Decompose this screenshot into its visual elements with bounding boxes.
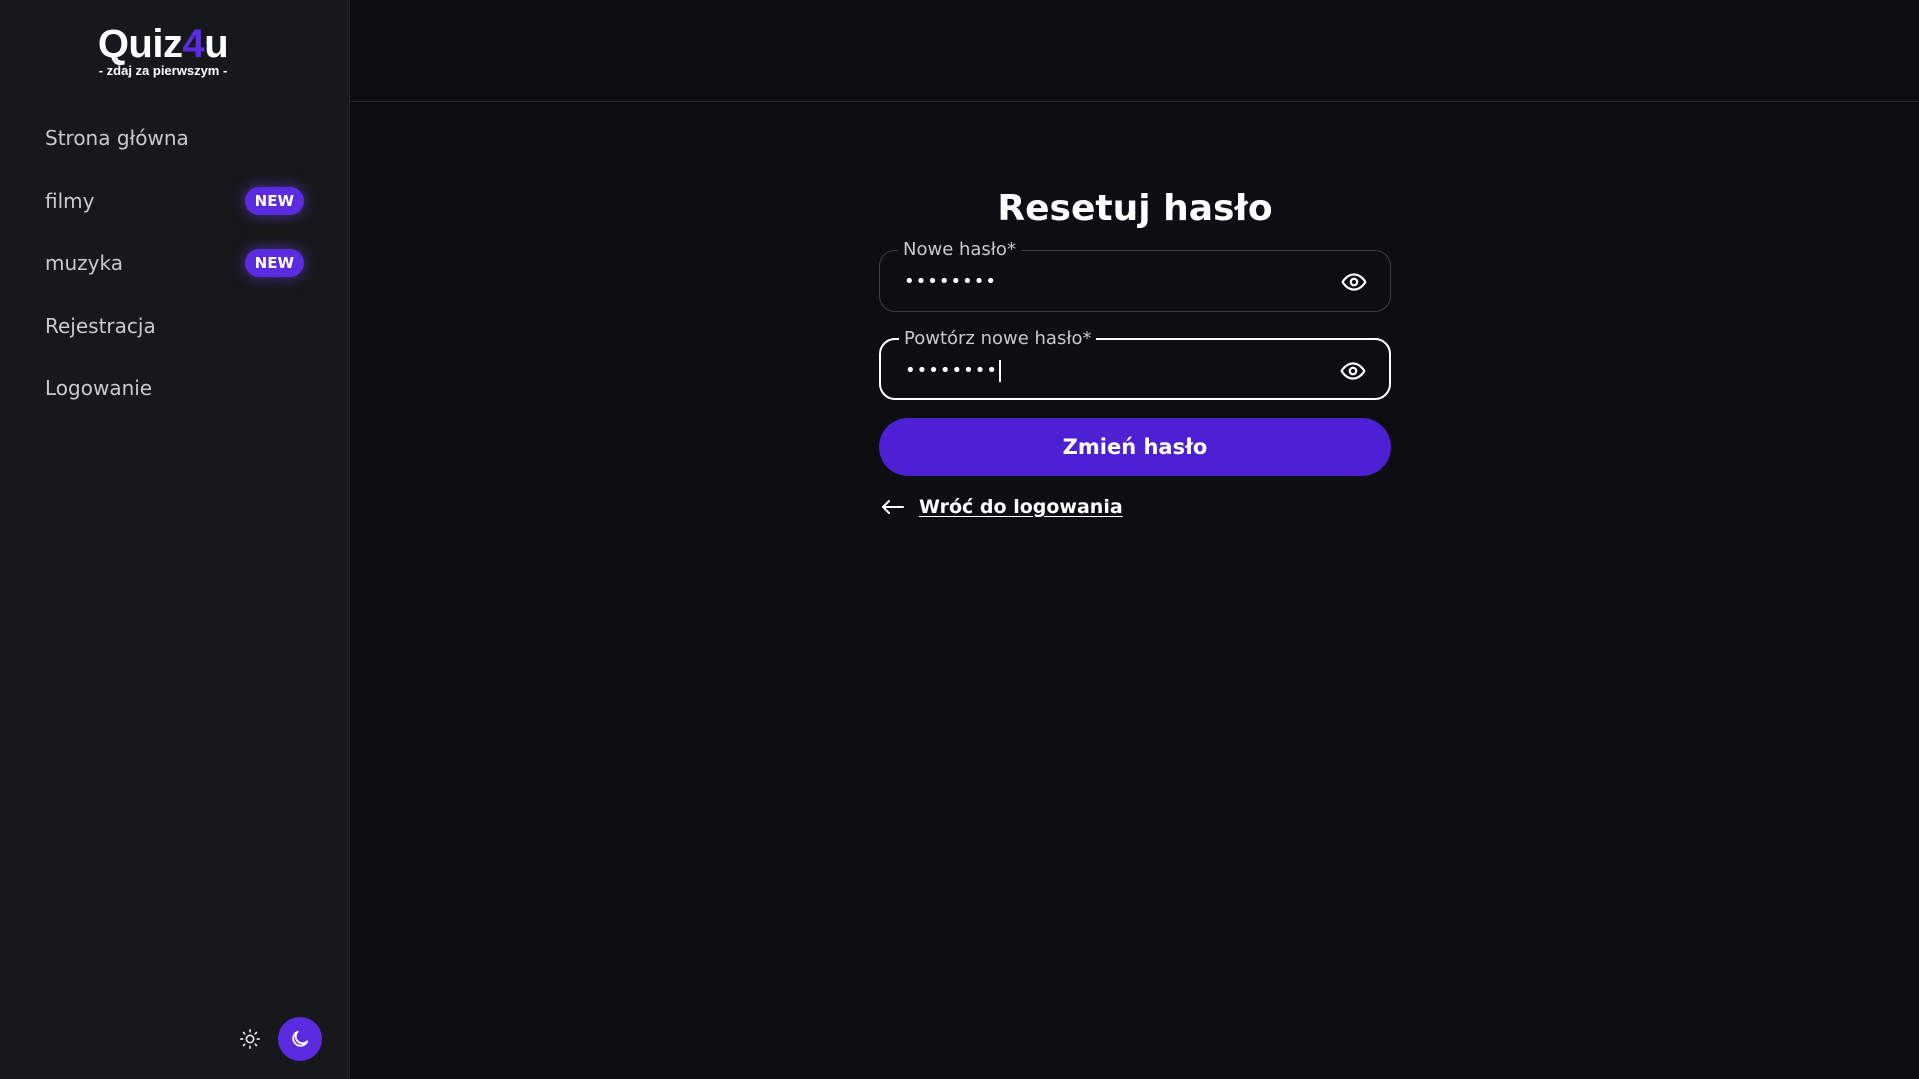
change-password-button[interactable]: Zmień hasło [879, 418, 1391, 476]
sidebar-item-filmy[interactable]: filmy NEW [0, 170, 350, 233]
repeat-password-label: Powtórz nowe hasło* [899, 329, 1097, 349]
eye-icon [1340, 362, 1366, 380]
sidebar-item-label: Logowanie [45, 376, 153, 401]
arrow-left-icon [882, 500, 904, 514]
new-password-value: •••••••• [904, 271, 997, 292]
theme-switcher [228, 1016, 322, 1062]
sidebar-item-muzyka[interactable]: muzyka NEW [0, 232, 350, 295]
sidebar-item-label: Rejestracja [45, 313, 156, 338]
sidebar-item-strona-glowna[interactable]: Strona główna [0, 107, 350, 170]
new-password-label: Nowe hasło* [898, 240, 1021, 260]
new-password-field[interactable]: Nowe hasło* •••••••• [879, 240, 1391, 312]
repeat-password-value: •••••••• [905, 360, 1001, 382]
sun-icon [240, 1029, 260, 1049]
light-theme-button[interactable] [228, 1017, 272, 1061]
back-to-login-link[interactable]: Wróć do logowania [919, 496, 1123, 518]
back-to-login: Wróć do logowania [881, 496, 1391, 518]
sidebar-item-label: Strona główna [45, 126, 189, 151]
sidebar-item-logowanie[interactable]: Logowanie [0, 357, 350, 420]
reset-password-form: Resetuj hasło Nowe hasło* •••••••• Powtó… [879, 188, 1391, 518]
sidebar-item-rejestracja[interactable]: Rejestracja [0, 295, 350, 358]
sidebar-item-label: filmy [45, 188, 95, 213]
sidebar-item-label: muzyka [45, 251, 123, 276]
sidebar-nav: Strona główna filmy NEW muzyka NEW Rejes… [0, 107, 350, 420]
page-title: Resetuj hasło [997, 188, 1273, 229]
eye-icon [1341, 273, 1367, 291]
logo[interactable]: Quiz4u - zdaj za pierwszym - [0, 22, 326, 78]
sidebar: Quiz4u - zdaj za pierwszym - Strona głów… [0, 0, 350, 1079]
back-button[interactable] [881, 497, 907, 517]
moon-icon [292, 1030, 309, 1047]
repeat-password-field[interactable]: Powtórz nowe hasło* •••••••• [879, 329, 1391, 400]
toggle-password-visibility-button[interactable] [1339, 357, 1367, 385]
toggle-password-visibility-button[interactable] [1340, 268, 1368, 296]
main-content: Resetuj hasło Nowe hasło* •••••••• Powtó… [351, 103, 1919, 1079]
new-badge: NEW [244, 249, 304, 278]
dark-theme-button[interactable] [278, 1017, 322, 1061]
logo-title: Quiz4u [97, 22, 229, 66]
new-badge: NEW [244, 186, 304, 215]
top-bar [351, 0, 1919, 102]
logo-tagline: - zdaj za pierwszym - [98, 63, 228, 78]
